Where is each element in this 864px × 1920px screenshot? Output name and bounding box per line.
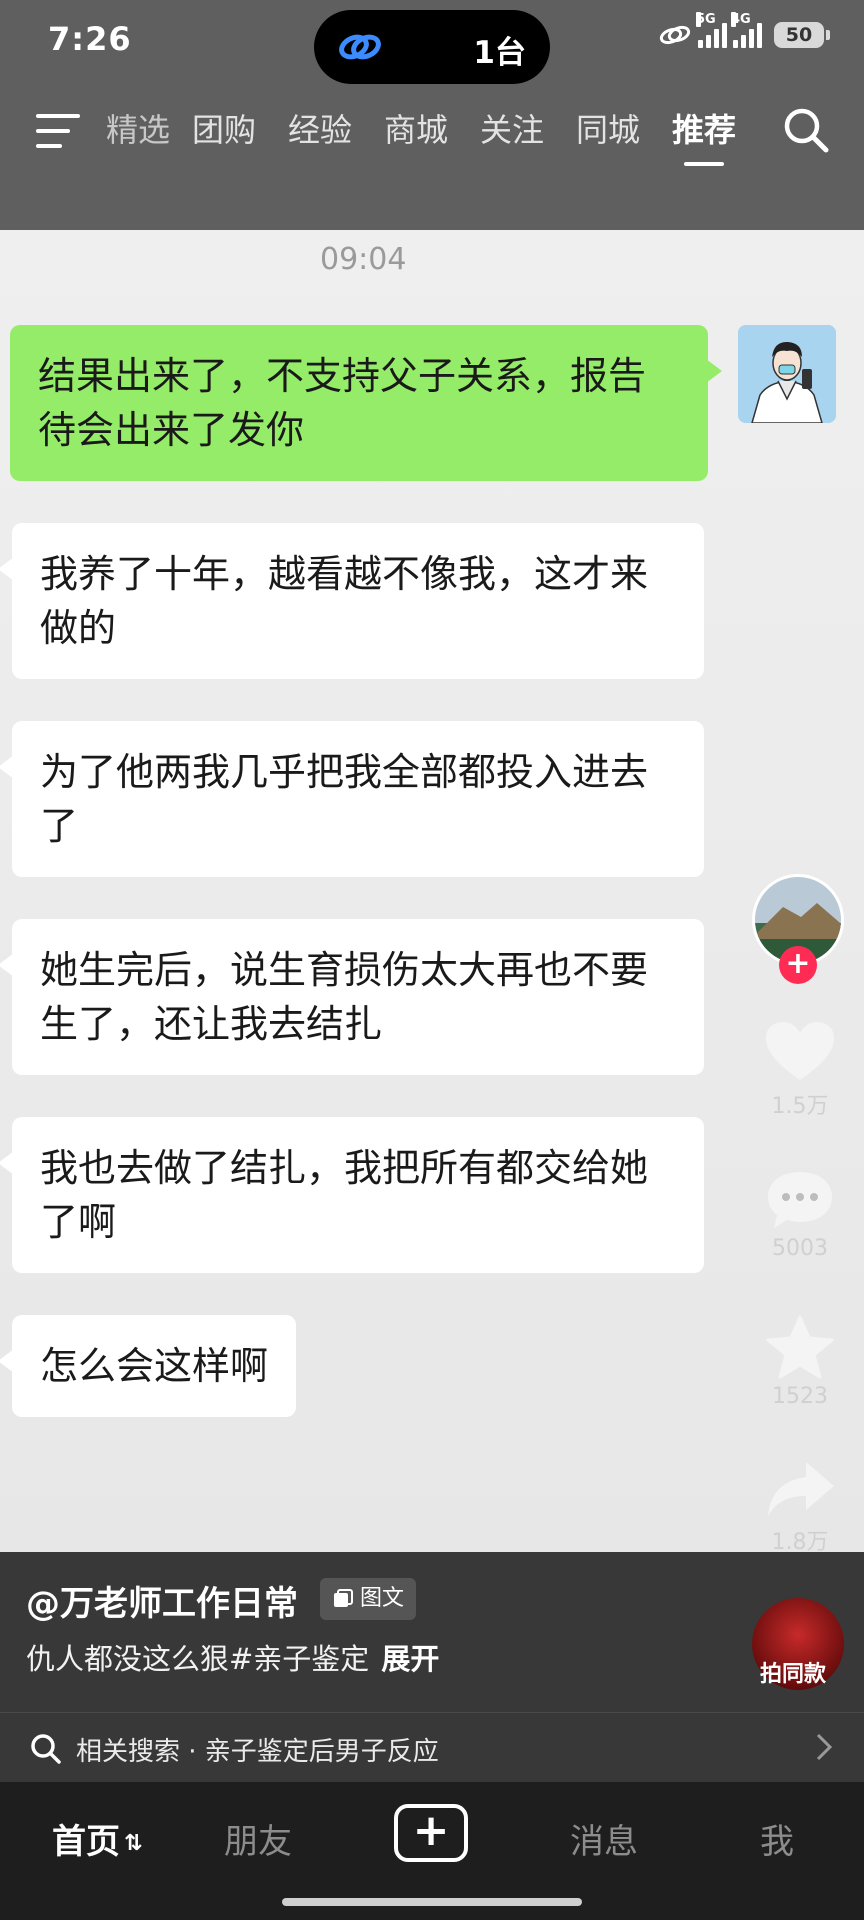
battery-icon: 50 xyxy=(774,22,830,48)
tab-profile[interactable]: 我 xyxy=(760,1814,794,1863)
tab-group-buy[interactable]: 团购 xyxy=(176,106,272,166)
star-icon xyxy=(766,1315,834,1379)
related-search-text: 相关搜索 · 亲子鉴定后男子反应 xyxy=(76,1737,439,1767)
post-caption[interactable]: 仇人都没这么狠#亲子鉴定 展开 xyxy=(26,1636,439,1678)
image-text-badge: 图文 xyxy=(320,1578,417,1620)
home-indicator[interactable] xyxy=(282,1898,582,1906)
switch-arrows-icon: ⇅ xyxy=(124,1831,143,1856)
comment-icon xyxy=(768,1172,832,1228)
island-label: 1台 xyxy=(473,35,526,71)
hotspot-link-icon xyxy=(659,25,691,45)
status-time: 7:26 xyxy=(48,20,132,58)
chat-screenshot-content[interactable]: 09:04 结果出来了，不支持父子关系，报告待会出来了发你 我养了十年，越看越不… xyxy=(0,230,864,1552)
status-indicators: 5G 4G 50 xyxy=(658,12,830,48)
follow-button[interactable]: + xyxy=(779,946,817,984)
tab-home-label: 首页 xyxy=(52,1822,120,1862)
favorite-count: 1523 xyxy=(772,1384,828,1409)
expand-link[interactable]: 展开 xyxy=(381,1642,439,1676)
feed-tabs: 精选 团购 经验 商城 关注 同城 推荐 xyxy=(100,106,752,166)
shoot-same-label[interactable]: 拍同款 xyxy=(760,1656,826,1688)
message-bubble-received: 我养了十年，越看越不像我，这才来做的 xyxy=(0,523,704,679)
chevron-right-icon xyxy=(816,1733,833,1761)
message-bubble-received: 为了他两我几乎把我全部都投入进去了 xyxy=(0,721,704,877)
tab-featured[interactable]: 精选 xyxy=(100,106,176,166)
favorite-button[interactable]: 1523 xyxy=(752,1314,848,1409)
search-icon[interactable] xyxy=(782,106,830,154)
like-count: 1.5万 xyxy=(771,1094,829,1119)
tab-recommended[interactable]: 推荐 xyxy=(656,106,752,166)
comment-count: 5003 xyxy=(772,1236,828,1261)
tab-mall[interactable]: 商城 xyxy=(368,106,464,166)
share-arrow-icon xyxy=(768,1462,834,1516)
share-button[interactable]: 1.8万 xyxy=(752,1458,848,1556)
badge-label: 图文 xyxy=(360,1586,405,1611)
caption-text: 仇人都没这么狠#亲子鉴定 xyxy=(26,1642,370,1676)
image-text-icon xyxy=(334,1589,353,1607)
tab-home[interactable]: 首页 ⇅ xyxy=(52,1814,142,1863)
signal-5g-icon: 5G xyxy=(696,12,727,48)
search-icon xyxy=(31,1734,61,1764)
top-navigation: 精选 团购 经验 商城 关注 同城 推荐 xyxy=(0,90,864,230)
signal-4g-icon: 4G xyxy=(731,12,762,48)
tab-nearby[interactable]: 同城 xyxy=(560,106,656,166)
tab-following[interactable]: 关注 xyxy=(464,106,560,166)
like-button[interactable]: 1.5万 xyxy=(752,1020,848,1120)
menu-icon[interactable] xyxy=(36,114,80,154)
dynamic-island[interactable]: 1台 xyxy=(314,10,550,84)
tab-messages[interactable]: 消息 xyxy=(570,1814,638,1863)
create-post-button[interactable]: + xyxy=(394,1804,468,1862)
link-icon xyxy=(339,34,381,60)
chat-timestamp: 09:04 xyxy=(320,242,407,277)
related-search-bar[interactable]: 相关搜索 · 亲子鉴定后男子反应 xyxy=(0,1712,864,1782)
message-bubble-received: 怎么会这样啊 xyxy=(0,1315,297,1417)
message-bubble-received: 我也去做了结扎，我把所有都交给她了啊 xyxy=(0,1117,704,1273)
comment-button[interactable]: 5003 xyxy=(752,1168,848,1261)
author-name[interactable]: @万老师工作日常 xyxy=(26,1576,298,1625)
post-info-panel: @万老师工作日常 图文 仇人都没这么狠#亲子鉴定 展开 拍同款 相关搜索 · 亲子… xyxy=(0,1552,864,1782)
message-bubble-sent: 结果出来了，不支持父子关系，报告待会出来了发你 xyxy=(10,325,722,481)
heart-icon xyxy=(766,1022,834,1080)
doctor-avatar xyxy=(738,325,836,423)
message-bubble-received: 她生完后，说生育损伤太大再也不要生了，还让我去结扎 xyxy=(0,919,704,1075)
tab-experience[interactable]: 经验 xyxy=(272,106,368,166)
tab-friends[interactable]: 朋友 xyxy=(224,1814,292,1863)
status-bar: 7:26 1台 5G 4G 50 xyxy=(0,0,864,90)
bottom-tab-bar: 首页 ⇅ 朋友 + 消息 我 xyxy=(0,1782,864,1920)
